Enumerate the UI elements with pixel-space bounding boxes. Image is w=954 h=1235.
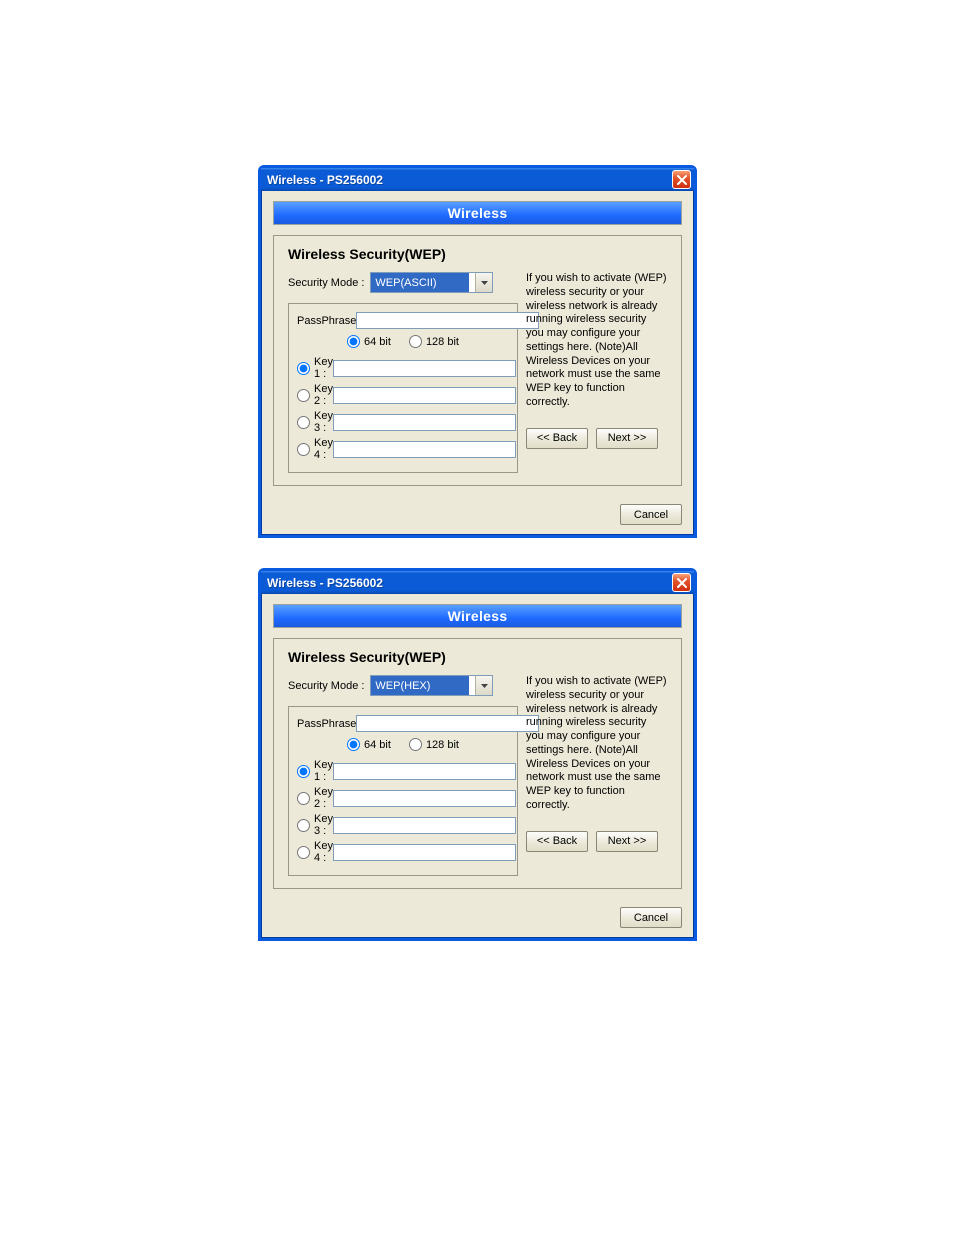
security-mode-value: WEP(HEX) xyxy=(371,676,469,695)
key-input[interactable] xyxy=(333,414,516,431)
key-radio[interactable]: Key 4 : xyxy=(297,840,333,864)
key-radio[interactable]: Key 2 : xyxy=(297,383,333,407)
chevron-down-icon[interactable] xyxy=(475,273,492,292)
wireless-dialog: Wireless - PS256002 Wireless Wireless Secu… xyxy=(258,165,697,538)
key-row: Key 2 : xyxy=(297,383,509,407)
passphrase-label: PassPhrase xyxy=(297,718,356,730)
bit-128-option[interactable]: 128 bit xyxy=(409,335,459,348)
security-mode-label: Security Mode : xyxy=(288,680,364,692)
right-column: If you wish to activate (WEP) wireless s… xyxy=(518,272,667,473)
key-row: Key 2 : xyxy=(297,786,509,810)
security-mode-select[interactable]: WEP(ASCII) xyxy=(370,272,493,293)
security-mode-row: Security Mode : WEP(HEX) xyxy=(288,675,518,696)
titlebar[interactable]: Wireless - PS256002 xyxy=(261,168,694,191)
bit-64-label: 64 bit xyxy=(364,336,391,348)
key-input[interactable] xyxy=(333,763,516,780)
nav-buttons: << Back Next >> xyxy=(526,428,667,449)
help-text: If you wish to activate (WEP) wireless s… xyxy=(526,272,667,410)
content-panel: Wireless Security(WEP) Security Mode : WEP… xyxy=(273,638,682,889)
left-column: Security Mode : WEP(HEX) PassPhrase 64 bit 1… xyxy=(288,675,518,876)
back-button[interactable]: << Back xyxy=(526,831,588,852)
key-label: Key 3 : xyxy=(314,410,333,434)
titlebar[interactable]: Wireless - PS256002 xyxy=(261,571,694,594)
bit-64-label: 64 bit xyxy=(364,739,391,751)
key-radio[interactable]: Key 3 : xyxy=(297,410,333,434)
bit-64-option[interactable]: 64 bit xyxy=(347,738,391,751)
key-input[interactable] xyxy=(333,844,516,861)
left-column: Security Mode : WEP(ASCII) PassPhrase 64 bi… xyxy=(288,272,518,473)
next-button[interactable]: Next >> xyxy=(596,428,658,449)
right-column: If you wish to activate (WEP) wireless s… xyxy=(518,675,667,876)
next-button[interactable]: Next >> xyxy=(596,831,658,852)
close-icon[interactable] xyxy=(672,170,691,189)
banner: Wireless xyxy=(273,604,682,628)
key-label: Key 1 : xyxy=(314,356,333,380)
page-title: Wireless Security(WEP) xyxy=(288,649,667,665)
bit-row: 64 bit 128 bit xyxy=(297,335,509,348)
content-panel: Wireless Security(WEP) Security Mode : WEP… xyxy=(273,235,682,486)
passphrase-input[interactable] xyxy=(356,312,539,329)
security-mode-value: WEP(ASCII) xyxy=(371,273,469,292)
columns: Security Mode : WEP(HEX) PassPhrase 64 bit 1… xyxy=(288,675,667,876)
banner: Wireless xyxy=(273,201,682,225)
window-title: Wireless - PS256002 xyxy=(267,173,383,187)
bit-64-option[interactable]: 64 bit xyxy=(347,335,391,348)
dialog-body: Wireless Wireless Security(WEP) Security M… xyxy=(261,594,694,899)
key-input[interactable] xyxy=(333,360,516,377)
key-label: Key 4 : xyxy=(314,437,333,461)
close-icon[interactable] xyxy=(672,573,691,592)
key-input[interactable] xyxy=(333,790,516,807)
key-label: Key 1 : xyxy=(314,759,333,783)
page-title: Wireless Security(WEP) xyxy=(288,246,667,262)
columns: Security Mode : WEP(ASCII) PassPhrase 64 bi… xyxy=(288,272,667,473)
key-radio[interactable]: Key 2 : xyxy=(297,786,333,810)
passphrase-row: PassPhrase xyxy=(297,715,509,732)
key-row: Key 3 : xyxy=(297,813,509,837)
key-label: Key 2 : xyxy=(314,383,333,407)
key-radio[interactable]: Key 1 : xyxy=(297,759,333,783)
key-input[interactable] xyxy=(333,817,516,834)
keys-group: PassPhrase 64 bit 128 bit Key 1 : Key 2 : Key… xyxy=(288,706,518,876)
security-mode-select[interactable]: WEP(HEX) xyxy=(370,675,493,696)
key-row: Key 1 : xyxy=(297,356,509,380)
bit-row: 64 bit 128 bit xyxy=(297,738,509,751)
key-label: Key 2 : xyxy=(314,786,333,810)
passphrase-label: PassPhrase xyxy=(297,315,356,327)
key-radio[interactable]: Key 1 : xyxy=(297,356,333,380)
security-mode-label: Security Mode : xyxy=(288,277,364,289)
passphrase-row: PassPhrase xyxy=(297,312,509,329)
back-button[interactable]: << Back xyxy=(526,428,588,449)
key-label: Key 3 : xyxy=(314,813,333,837)
key-radio[interactable]: Key 3 : xyxy=(297,813,333,837)
window-title: Wireless - PS256002 xyxy=(267,576,383,590)
key-radio[interactable]: Key 4 : xyxy=(297,437,333,461)
help-text: If you wish to activate (WEP) wireless s… xyxy=(526,675,667,813)
passphrase-input[interactable] xyxy=(356,715,539,732)
security-mode-row: Security Mode : WEP(ASCII) xyxy=(288,272,518,293)
footer: Cancel xyxy=(261,899,694,938)
bit-128-label: 128 bit xyxy=(426,739,459,751)
footer: Cancel xyxy=(261,496,694,535)
cancel-button[interactable]: Cancel xyxy=(620,504,682,525)
bit-128-option[interactable]: 128 bit xyxy=(409,738,459,751)
wireless-dialog: Wireless - PS256002 Wireless Wireless Secu… xyxy=(258,568,697,941)
bit-128-label: 128 bit xyxy=(426,336,459,348)
key-row: Key 3 : xyxy=(297,410,509,434)
cancel-button[interactable]: Cancel xyxy=(620,907,682,928)
key-label: Key 4 : xyxy=(314,840,333,864)
nav-buttons: << Back Next >> xyxy=(526,831,667,852)
key-input[interactable] xyxy=(333,387,516,404)
chevron-down-icon[interactable] xyxy=(475,676,492,695)
key-row: Key 1 : xyxy=(297,759,509,783)
dialog-body: Wireless Wireless Security(WEP) Security M… xyxy=(261,191,694,496)
keys-group: PassPhrase 64 bit 128 bit Key 1 : Key 2 : Key… xyxy=(288,303,518,473)
key-input[interactable] xyxy=(333,441,516,458)
key-row: Key 4 : xyxy=(297,840,509,864)
key-row: Key 4 : xyxy=(297,437,509,461)
